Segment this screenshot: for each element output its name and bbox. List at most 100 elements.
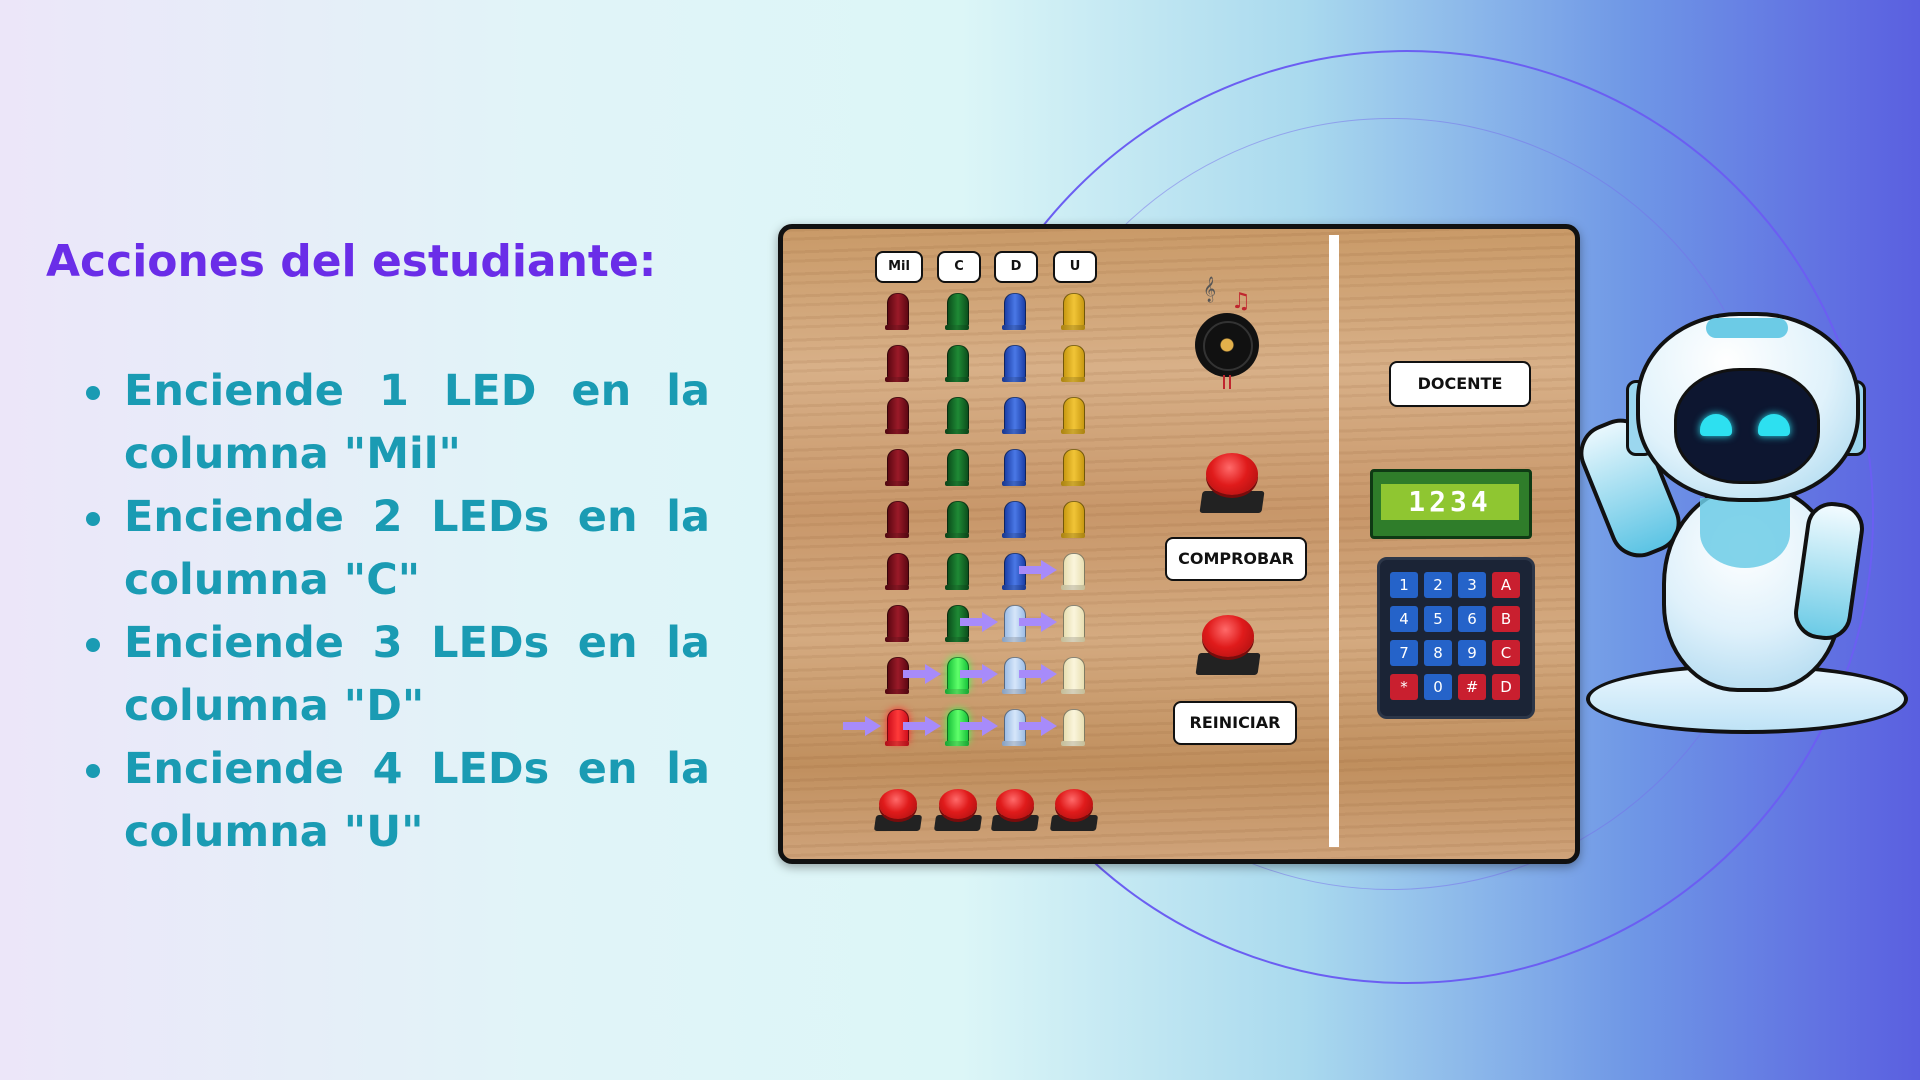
keypad-key[interactable]: C — [1492, 640, 1520, 666]
keypad-key[interactable]: A — [1492, 572, 1520, 598]
column-push-button-c[interactable] — [933, 785, 983, 831]
keypad-key[interactable]: 9 — [1458, 640, 1486, 666]
keypad-key[interactable]: * — [1390, 674, 1418, 700]
led-blue — [1004, 501, 1026, 535]
music-note-icon: ♫ — [1231, 289, 1251, 314]
action-word: la — [666, 366, 710, 416]
robot-face — [1674, 368, 1820, 484]
led-blue — [1004, 449, 1026, 483]
keypad-key[interactable]: 2 — [1424, 572, 1452, 598]
keypad-key[interactable]: 0 — [1424, 674, 1452, 700]
action-word: la — [666, 618, 710, 668]
reset-push-button[interactable] — [1195, 611, 1261, 675]
led-green — [947, 345, 969, 379]
action-word: Enciende — [124, 744, 344, 794]
keypad[interactable]: 1 2 3 A 4 5 6 B 7 8 9 C * 0 # D — [1377, 557, 1535, 719]
check-button[interactable]: COMPROBAR — [1165, 537, 1307, 581]
keypad-key[interactable]: 7 — [1390, 640, 1418, 666]
action-word: LED — [443, 366, 537, 416]
action-line: columna "U" — [124, 807, 424, 857]
action-word: en — [577, 618, 638, 668]
action-word: la — [666, 492, 710, 542]
action-word: en — [571, 366, 632, 416]
keypad-key[interactable]: 3 — [1458, 572, 1486, 598]
led-blue — [1004, 345, 1026, 379]
arrow-right-icon — [960, 716, 998, 736]
led-red — [887, 397, 909, 431]
led-red — [887, 449, 909, 483]
led-green — [947, 553, 969, 587]
action-word: Enciende — [124, 618, 344, 668]
led-yellow-on — [1063, 709, 1085, 743]
action-word: LEDs — [431, 744, 550, 794]
led-board: 𝄞 ♫ COMPROBAR REINICIAR DOCENTE 1234 123… — [778, 224, 1580, 864]
action-line: Enciende 2 LEDs en la — [124, 486, 710, 549]
arrow-right-icon — [960, 664, 998, 684]
column-label-c: C — [937, 251, 981, 283]
action-word: LEDs — [431, 492, 550, 542]
column-label-mil: Mil — [875, 251, 923, 283]
robot-belly — [1700, 498, 1790, 568]
action-item: Enciende 2 LEDs en la columna "C" — [84, 486, 710, 612]
arrow-right-icon — [903, 664, 941, 684]
action-item: Enciende 1 LED en la columna "Mil" — [84, 360, 710, 486]
column-push-button-u[interactable] — [1049, 785, 1099, 831]
keypad-key[interactable]: 1 — [1390, 572, 1418, 598]
buzzer-leg — [1229, 375, 1231, 389]
led-yellow — [1063, 449, 1085, 483]
led-green — [947, 449, 969, 483]
action-line: Enciende 3 LEDs en la — [124, 612, 710, 675]
page-title: Acciones del estudiante: — [46, 236, 657, 287]
music-note-icon: 𝄞 — [1203, 277, 1217, 302]
led-blue — [1004, 293, 1026, 327]
led-yellow — [1063, 345, 1085, 379]
action-word: 3 — [372, 618, 403, 668]
led-blue — [1004, 397, 1026, 431]
arrow-right-icon — [960, 612, 998, 632]
keypad-key[interactable]: 6 — [1458, 606, 1486, 632]
led-red — [887, 605, 909, 639]
arrow-right-icon — [1019, 716, 1057, 736]
action-word: LEDs — [431, 618, 550, 668]
led-red — [887, 293, 909, 327]
action-line: columna "C" — [124, 555, 421, 605]
check-push-button[interactable] — [1199, 449, 1265, 513]
led-red — [887, 501, 909, 535]
column-label-u: U — [1053, 251, 1097, 283]
keypad-key[interactable]: 8 — [1424, 640, 1452, 666]
keypad-key[interactable]: D — [1492, 674, 1520, 700]
action-word: en — [577, 744, 638, 794]
reset-button[interactable]: REINICIAR — [1173, 701, 1297, 745]
action-line: columna "Mil" — [124, 429, 461, 479]
led-red — [887, 345, 909, 379]
lcd-display: 1234 — [1370, 469, 1532, 539]
action-word: 2 — [372, 492, 403, 542]
led-green — [947, 293, 969, 327]
actions-list: Enciende 1 LED en la columna "Mil" Encie… — [84, 360, 710, 864]
buzzer-ring — [1203, 321, 1253, 371]
action-word: Enciende — [124, 492, 344, 542]
keypad-key[interactable]: B — [1492, 606, 1520, 632]
action-line: Enciende 1 LED en la — [124, 360, 710, 423]
column-push-button-d[interactable] — [990, 785, 1040, 831]
buzzer-leg — [1223, 375, 1225, 389]
teacher-button[interactable]: DOCENTE — [1389, 361, 1531, 407]
action-word: Enciende — [124, 366, 344, 416]
action-word: en — [577, 492, 638, 542]
keypad-key[interactable]: 5 — [1424, 606, 1452, 632]
arrow-right-icon — [1019, 560, 1057, 580]
led-red — [887, 553, 909, 587]
led-green — [947, 397, 969, 431]
led-yellow — [1063, 397, 1085, 431]
robot-head-stripe — [1706, 318, 1788, 338]
keypad-key[interactable]: # — [1458, 674, 1486, 700]
action-item: Enciende 4 LEDs en la columna "U" — [84, 738, 710, 864]
column-push-button-mil[interactable] — [873, 785, 923, 831]
action-item: Enciende 3 LEDs en la columna "D" — [84, 612, 710, 738]
action-line: Enciende 4 LEDs en la — [124, 738, 710, 801]
arrow-right-icon — [903, 716, 941, 736]
arrow-right-icon — [1019, 664, 1057, 684]
led-yellow-on — [1063, 605, 1085, 639]
keypad-key[interactable]: 4 — [1390, 606, 1418, 632]
led-yellow — [1063, 501, 1085, 535]
